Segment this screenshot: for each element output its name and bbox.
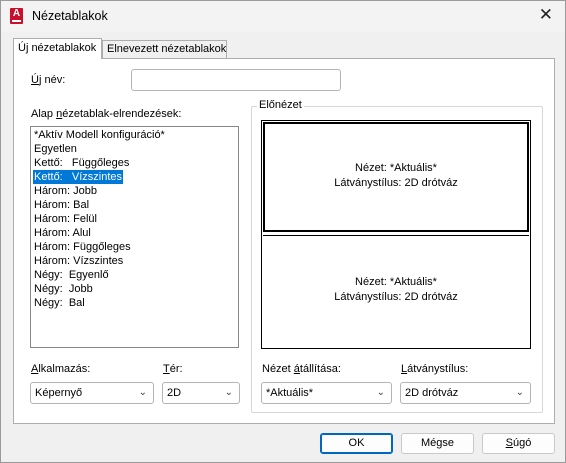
autocad-app-icon: A (10, 8, 23, 24)
setup-dropdown[interactable]: 2D ⌄ (162, 382, 240, 404)
preview-viewport-bottom[interactable]: Nézet: *Aktuális* Látványstílus: 2D drót… (263, 235, 529, 347)
help-button[interactable]: Súgó (482, 433, 555, 454)
apply-to-label: Alkalmazás: (31, 363, 91, 375)
list-item[interactable]: Négy: Bal (33, 296, 86, 310)
tab-new-viewports[interactable]: Új nézetablakok (13, 38, 102, 59)
standard-viewports-list[interactable]: *Aktív Modell konfiguráció* Egyetlen Ket… (30, 126, 239, 348)
list-item-selected[interactable]: Kettő: Vízszintes (33, 170, 124, 184)
apply-to-value: Képernyő (35, 387, 83, 399)
standard-viewports-label: Alap nézetablak-elrendezések: (31, 108, 182, 120)
preview-viewport-top[interactable]: Nézet: *Aktuális* Látványstílus: 2D drót… (263, 122, 529, 232)
dialog-window: A Nézetablakok ✕ Új nézetablakok Elnevez… (0, 0, 566, 463)
list-item[interactable]: Kettő: Függőleges (33, 156, 130, 170)
new-name-input[interactable] (131, 69, 341, 91)
list-item[interactable]: Három: Vízszintes (33, 254, 124, 268)
new-name-label: Új név: (31, 74, 66, 86)
change-view-label: Nézet átállítása: (262, 363, 341, 375)
tab-named-viewports[interactable]: Elnevezett nézetablakok (102, 40, 227, 58)
list-item[interactable]: Három: Függőleges (33, 240, 132, 254)
change-view-dropdown[interactable]: *Aktuális* ⌄ (261, 382, 392, 404)
close-icon[interactable]: ✕ (539, 6, 553, 24)
preview-legend: Előnézet (257, 99, 304, 111)
list-item[interactable]: Egyetlen (33, 142, 78, 156)
ok-button[interactable]: OK (320, 433, 393, 454)
chevron-down-icon: ⌄ (138, 387, 147, 398)
dialog-title: Nézetablakok (32, 9, 108, 23)
viewport-style-text: Látványstílus: 2D drótváz (334, 291, 458, 303)
chevron-down-icon: ⌄ (376, 387, 385, 398)
cancel-button[interactable]: Mégse (401, 433, 474, 454)
chevron-down-icon: ⌄ (224, 387, 233, 398)
viewport-view-text: Nézet: *Aktuális* (355, 162, 437, 174)
list-item[interactable]: Három: Bal (33, 198, 90, 212)
viewport-style-text: Látványstílus: 2D drótváz (334, 177, 458, 189)
visual-style-dropdown[interactable]: 2D drótváz ⌄ (400, 382, 531, 404)
list-item[interactable]: Négy: Jobb (33, 282, 94, 296)
viewport-view-text: Nézet: *Aktuális* (355, 276, 437, 288)
list-item[interactable]: Négy: Egyenlő (33, 268, 110, 282)
preview-canvas: Nézet: *Aktuális* Látványstílus: 2D drót… (261, 120, 531, 349)
change-view-value: *Aktuális* (266, 387, 314, 399)
visual-style-label: Látványstílus: (401, 363, 469, 375)
setup-value: 2D (167, 387, 182, 399)
apply-to-dropdown[interactable]: Képernyő ⌄ (30, 382, 154, 404)
setup-label: Tér: (163, 363, 183, 375)
title-bar: A Nézetablakok ✕ (1, 1, 565, 32)
chevron-down-icon: ⌄ (515, 387, 524, 398)
list-item[interactable]: *Aktív Modell konfiguráció* (33, 128, 166, 142)
list-item[interactable]: Három: Jobb (33, 184, 98, 198)
visual-style-value: 2D drótváz (405, 387, 459, 399)
list-item[interactable]: Három: Alul (33, 226, 92, 240)
list-item[interactable]: Három: Felül (33, 212, 98, 226)
